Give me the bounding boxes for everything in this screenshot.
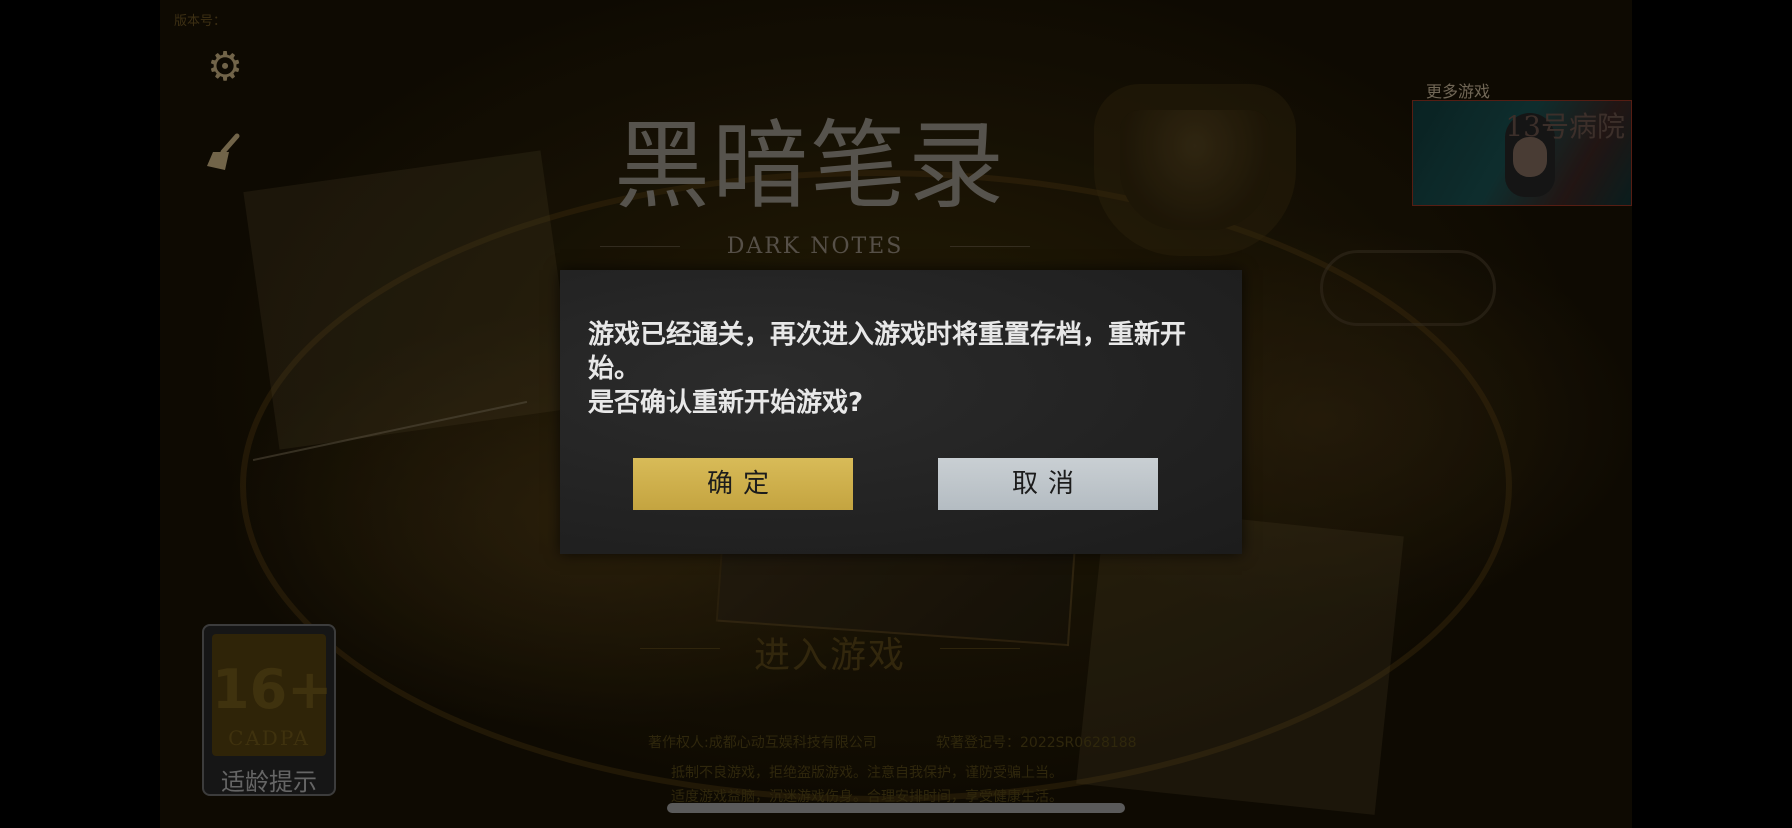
restart-confirm-dialog: 游戏已经通关，再次进入游戏时将重置存档，重新开始。 是否确认重新开始游戏? 确定…	[560, 270, 1242, 554]
dialog-message: 游戏已经通关，再次进入游戏时将重置存档，重新开始。 是否确认重新开始游戏?	[588, 318, 1218, 420]
dialog-message-line2: 是否确认重新开始游戏?	[588, 388, 864, 418]
home-indicator[interactable]	[667, 803, 1125, 813]
confirm-button[interactable]: 确定	[633, 458, 853, 510]
cancel-button[interactable]: 取消	[938, 458, 1158, 510]
game-screen: 版本号： ⚙ 黑暗笔录 DARK NOTES 更多游戏 13号病院 进入游戏 1…	[0, 0, 1792, 828]
dialog-message-line1: 游戏已经通关，再次进入游戏时将重置存档，重新开始。	[588, 320, 1187, 384]
